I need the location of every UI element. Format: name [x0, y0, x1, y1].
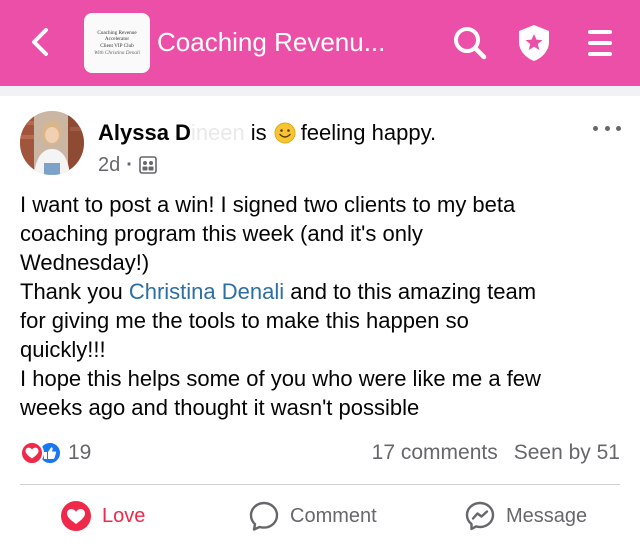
- post-line: I hope this helps some of you who were l…: [20, 366, 541, 391]
- post-timestamp[interactable]: 2d: [98, 152, 120, 178]
- group-thumbnail-line: Accelerator: [104, 36, 130, 43]
- group-thumbnail[interactable]: Coaching Revenue Accelerator Client VIP …: [84, 13, 150, 73]
- mention-link[interactable]: Christina Denali: [129, 279, 284, 304]
- post-text-fragment: Thank you: [20, 279, 129, 304]
- love-button[interactable]: Love: [60, 498, 145, 534]
- group-thumbnail-line: Coaching Revenue: [97, 29, 137, 36]
- comment-button[interactable]: Comment: [248, 498, 377, 534]
- reactions-summary[interactable]: 19: [20, 440, 91, 466]
- search-button[interactable]: [450, 23, 490, 63]
- post-options-button[interactable]: [590, 116, 624, 140]
- more-horizontal-icon: [616, 125, 621, 131]
- search-icon: [454, 27, 487, 60]
- more-horizontal-icon: [593, 125, 598, 131]
- group-title[interactable]: Coaching Revenu...: [157, 23, 417, 61]
- love-reaction-icon: [61, 501, 91, 531]
- group-audience-icon: [139, 156, 157, 174]
- back-button[interactable]: [22, 24, 58, 60]
- author-last-name-faded: ineen: [190, 120, 245, 145]
- post-author-line: Alyssa Dineen is feeling happy.: [98, 118, 436, 148]
- comments-count[interactable]: 17 comments: [372, 440, 498, 466]
- menu-button[interactable]: [580, 24, 620, 62]
- actions-divider: [20, 484, 620, 485]
- post-text-fragment: and to this amazing team: [284, 279, 537, 304]
- activity-verb: is: [250, 120, 267, 145]
- comment-icon: [249, 501, 279, 531]
- reaction-count: 19: [68, 441, 92, 464]
- comment-label: Comment: [290, 504, 377, 527]
- message-button[interactable]: Message: [464, 498, 587, 534]
- post-line: Wednesday!): [20, 250, 150, 275]
- shield-star-icon: [519, 25, 549, 61]
- engagement-stats: 17 comments Seen by 51: [372, 440, 620, 466]
- post-text: I want to post a win! I signed two clien…: [20, 190, 626, 422]
- more-horizontal-icon: [604, 125, 610, 131]
- group-thumbnail-line: Client VIP Club: [100, 43, 134, 49]
- love-reaction-icon: [20, 441, 44, 465]
- post-meta: 2d ·: [98, 152, 157, 178]
- activity-feeling[interactable]: feeling happy.: [301, 118, 436, 148]
- group-header-bar: Coaching Revenue Accelerator Client VIP …: [0, 0, 640, 86]
- post-line: quickly!!!: [20, 337, 106, 362]
- chevron-left-icon: [32, 28, 48, 56]
- message-label: Message: [506, 504, 588, 527]
- post-line: I want to post a win! I signed two clien…: [20, 192, 516, 217]
- seen-by-count[interactable]: Seen by 51: [514, 440, 620, 466]
- meta-separator: ·: [126, 154, 133, 176]
- post-line: coaching program this week (and it's onl…: [20, 221, 423, 246]
- post-line: weeks ago and thought it wasn't possible: [20, 395, 420, 420]
- author-avatar[interactable]: [20, 111, 84, 175]
- avatar-photo: [20, 111, 84, 175]
- post-line: Thank you Christina Denali and to this a…: [20, 277, 626, 306]
- messenger-icon: [465, 501, 495, 531]
- author-first-name: Alyssa D: [98, 120, 191, 145]
- author-name[interactable]: Alyssa Dineen: [98, 118, 245, 148]
- post-line: for giving me the tools to make this hap…: [20, 308, 469, 333]
- group-thumbnail-line: With Christina Denali: [94, 49, 140, 56]
- section-divider: [0, 86, 640, 96]
- love-label: Love: [102, 504, 146, 527]
- smiling-face-icon: [274, 122, 296, 144]
- admin-tools-button[interactable]: [514, 22, 554, 64]
- hamburger-menu-icon: [588, 30, 612, 56]
